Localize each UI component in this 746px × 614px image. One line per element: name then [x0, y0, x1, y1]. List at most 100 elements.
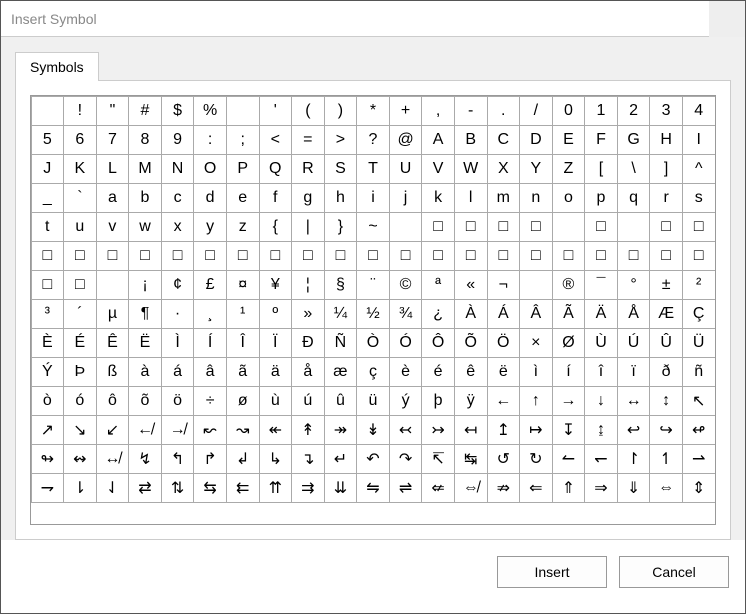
symbol-cell[interactable]: C	[487, 125, 521, 155]
symbol-cell[interactable]: □	[584, 241, 618, 271]
symbol-cell[interactable]: ?	[356, 125, 390, 155]
symbol-cell[interactable]: H	[649, 125, 683, 155]
symbol-cell[interactable]: □	[487, 241, 521, 271]
symbol-cell[interactable]: ¸	[193, 299, 227, 329]
symbol-cell[interactable]: ↺	[487, 444, 521, 474]
symbol-cell[interactable]: ↧	[552, 415, 586, 445]
symbol-cell[interactable]: Ö	[487, 328, 521, 358]
symbol-cell[interactable]: ↛	[161, 415, 195, 445]
symbol-cell[interactable]: □	[161, 241, 195, 271]
symbol-cell[interactable]: !	[63, 96, 97, 126]
symbol-cell[interactable]: }	[324, 212, 358, 242]
symbol-cell[interactable]: î	[584, 357, 618, 387]
symbol-cell[interactable]: d	[193, 183, 227, 213]
symbol-cell[interactable]: I	[682, 125, 716, 155]
symbol-cell[interactable]: ↷	[389, 444, 423, 474]
symbol-cell[interactable]: ø	[226, 386, 260, 416]
symbol-cell[interactable]: k	[421, 183, 455, 213]
symbol-cell[interactable]: â	[193, 357, 227, 387]
symbol-cell[interactable]: ¨	[356, 270, 390, 300]
symbol-cell[interactable]: ó	[63, 386, 97, 416]
symbol-cell[interactable]: □	[389, 241, 423, 271]
symbol-cell[interactable]: Þ	[63, 357, 97, 387]
symbol-cell[interactable]: l	[454, 183, 488, 213]
symbol-cell[interactable]: Î	[226, 328, 260, 358]
symbol-cell[interactable]: □	[96, 241, 130, 271]
symbol-cell[interactable]: Ò	[356, 328, 390, 358]
symbol-cell[interactable]: ↲	[226, 444, 260, 474]
symbol-cell[interactable]: ⇃	[96, 473, 130, 503]
symbol-cell[interactable]: □	[421, 241, 455, 271]
symbol-cell[interactable]: □	[324, 241, 358, 271]
symbol-cell[interactable]	[617, 212, 651, 242]
symbol-cell[interactable]: ö	[161, 386, 195, 416]
symbol-cell[interactable]: v	[96, 212, 130, 242]
symbol-cell[interactable]: Ð	[291, 328, 325, 358]
symbol-cell[interactable]: ì	[519, 357, 553, 387]
symbol-cell[interactable]: Y	[519, 154, 553, 184]
symbol-cell[interactable]: O	[193, 154, 227, 184]
symbol-cell[interactable]: û	[324, 386, 358, 416]
symbol-cell[interactable]: f	[259, 183, 293, 213]
symbol-cell[interactable]: ↞	[259, 415, 293, 445]
symbol-cell[interactable]: ⇍	[421, 473, 455, 503]
symbol-cell[interactable]: n	[519, 183, 553, 213]
symbol-cell[interactable]: ⇈	[259, 473, 293, 503]
symbol-cell[interactable]: ↨	[584, 415, 618, 445]
symbol-cell[interactable]: Ì	[161, 328, 195, 358]
symbol-cell[interactable]: B	[454, 125, 488, 155]
symbol-cell[interactable]: ↸	[421, 444, 455, 474]
symbol-cell[interactable]: ↥	[487, 415, 521, 445]
symbol-cell[interactable]: ª	[421, 270, 455, 300]
symbol-cell[interactable]: ↩	[617, 415, 651, 445]
symbol-cell[interactable]: ↜	[193, 415, 227, 445]
symbol-cell[interactable]: b	[128, 183, 162, 213]
symbol-cell[interactable]: ↫	[682, 415, 716, 445]
symbol-cell[interactable]: ñ	[682, 357, 716, 387]
symbol-cell[interactable]: J	[31, 154, 65, 184]
symbol-cell[interactable]: ´	[63, 299, 97, 329]
symbol-cell[interactable]: ⇅	[161, 473, 195, 503]
symbol-cell[interactable]: ⇒	[584, 473, 618, 503]
symbol-cell[interactable]: ð	[649, 357, 683, 387]
symbol-cell[interactable]: ⇁	[31, 473, 65, 503]
symbol-cell[interactable]: ↹	[454, 444, 488, 474]
symbol-cell[interactable]: □	[454, 241, 488, 271]
symbol-cell[interactable]: □	[63, 270, 97, 300]
symbol-cell[interactable]: □	[584, 212, 618, 242]
symbol-cell[interactable]: ⇏	[487, 473, 521, 503]
symbol-cell[interactable]: z	[226, 212, 260, 242]
symbol-cell[interactable]: >	[324, 125, 358, 155]
symbol-cell[interactable]: ↣	[421, 415, 455, 445]
symbol-cell[interactable]: ⇊	[324, 473, 358, 503]
symbol-cell[interactable]: ⇕	[682, 473, 716, 503]
symbol-cell[interactable]: ½	[356, 299, 390, 329]
symbol-cell[interactable]: È	[31, 328, 65, 358]
symbol-cell[interactable]: □	[259, 241, 293, 271]
symbol-cell[interactable]: ~	[356, 212, 390, 242]
symbol-cell[interactable]	[96, 270, 130, 300]
symbol-cell[interactable]: r	[649, 183, 683, 213]
symbol-cell[interactable]: ¡	[128, 270, 162, 300]
symbol-cell[interactable]: Á	[487, 299, 521, 329]
symbol-cell[interactable]: Ñ	[324, 328, 358, 358]
symbol-cell[interactable]: A	[421, 125, 455, 155]
symbol-cell[interactable]: %	[193, 96, 227, 126]
symbol-cell[interactable]: ⇎	[454, 473, 488, 503]
symbol-cell[interactable]: 7	[96, 125, 130, 155]
symbol-cell[interactable]: ⇋	[356, 473, 390, 503]
symbol-cell[interactable]: ·	[161, 299, 195, 329]
symbol-cell[interactable]: Ä	[584, 299, 618, 329]
symbol-cell[interactable]: ¼	[324, 299, 358, 329]
symbol-cell[interactable]: ²	[682, 270, 716, 300]
symbol-cell[interactable]: @	[389, 125, 423, 155]
symbol-cell[interactable]: °	[617, 270, 651, 300]
symbol-cell[interactable]: è	[389, 357, 423, 387]
symbol-cell[interactable]: ↘	[63, 415, 97, 445]
symbol-cell[interactable]: i	[356, 183, 390, 213]
symbol-cell[interactable]: □	[31, 270, 65, 300]
symbol-cell[interactable]: ç	[356, 357, 390, 387]
symbol-cell[interactable]: þ	[421, 386, 455, 416]
insert-button[interactable]: Insert	[497, 556, 607, 588]
symbol-cell[interactable]: µ	[96, 299, 130, 329]
